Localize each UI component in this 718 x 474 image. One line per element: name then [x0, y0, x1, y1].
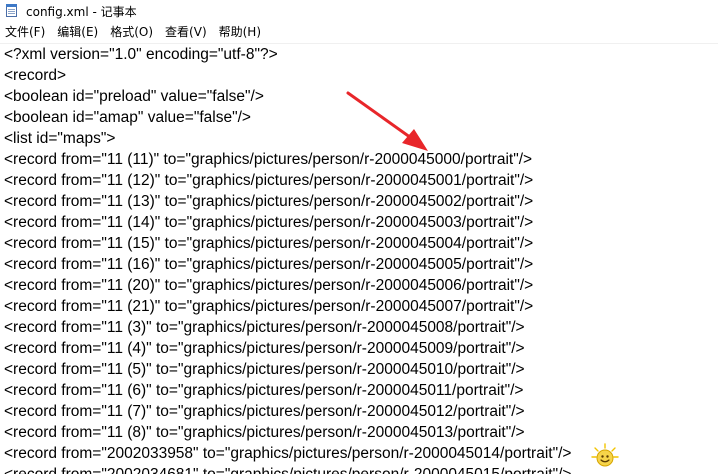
text-line: <record from="11 (3)" to="graphics/pictu… — [4, 319, 525, 336]
text-line: <record from="11 (20)" to="graphics/pict… — [4, 277, 534, 294]
text-line: <record from="11 (12)" to="graphics/pict… — [4, 172, 534, 189]
text-line: <?xml version="1.0" encoding="utf-8"?> — [4, 46, 278, 63]
notepad-icon — [4, 3, 20, 19]
window-title: config.xml - 记事本 — [26, 4, 137, 19]
menu-bar: 文件(F) 编辑(E) 格式(O) 查看(V) 帮助(H) — [0, 22, 718, 44]
text-line: <record from="11 (8)" to="graphics/pictu… — [4, 424, 525, 441]
menu-edit[interactable]: 编辑(E) — [52, 22, 105, 43]
text-line: <record from="11 (7)" to="graphics/pictu… — [4, 403, 525, 420]
text-line: <record from="2002034681" to="graphics/p… — [4, 464, 571, 474]
text-line: <list id="maps"> — [4, 130, 116, 147]
text-line: <record from="2002033958" to="graphics/p… — [4, 445, 572, 462]
notepad-window: config.xml - 记事本 文件(F) 编辑(E) 格式(O) 查看(V)… — [0, 0, 718, 474]
text-line: <boolean id="preload" value="false"/> — [4, 88, 264, 105]
text-line: <record from="11 (13)" to="graphics/pict… — [4, 193, 534, 210]
text-line: <boolean id="amap" value="false"/> — [4, 109, 251, 126]
text-line: <record from="11 (5)" to="graphics/pictu… — [4, 361, 525, 378]
menu-file[interactable]: 文件(F) — [0, 22, 52, 43]
menu-view[interactable]: 查看(V) — [160, 22, 214, 43]
menu-format[interactable]: 格式(O) — [105, 22, 160, 43]
text-editor[interactable]: <?xml version="1.0" encoding="utf-8"?> <… — [0, 44, 718, 474]
watermark-icon — [591, 443, 619, 467]
text-line: <record from="11 (15)" to="graphics/pict… — [4, 235, 534, 252]
menu-help[interactable]: 帮助(H) — [214, 22, 268, 43]
text-line: <record from="11 (14)" to="graphics/pict… — [4, 214, 534, 231]
text-line: <record from="11 (21)" to="graphics/pict… — [4, 298, 534, 315]
text-line: <record from="11 (4)" to="graphics/pictu… — [4, 340, 525, 357]
text-line: <record from="11 (11)" to="graphics/pict… — [4, 151, 533, 168]
text-line: <record from="11 (6)" to="graphics/pictu… — [4, 382, 524, 399]
text-line: <record> — [4, 67, 67, 84]
text-line: <record from="11 (16)" to="graphics/pict… — [4, 256, 534, 273]
title-bar[interactable]: config.xml - 记事本 — [0, 0, 718, 22]
